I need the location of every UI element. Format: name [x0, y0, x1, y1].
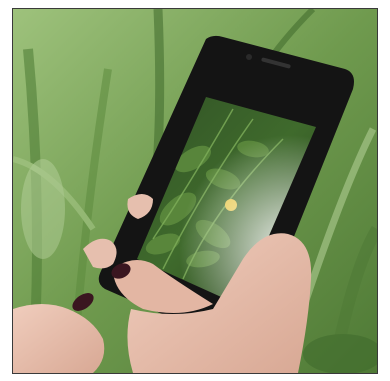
phone-camera-icon [246, 54, 252, 60]
photo-scene [13, 9, 377, 373]
photo-frame [12, 8, 378, 374]
